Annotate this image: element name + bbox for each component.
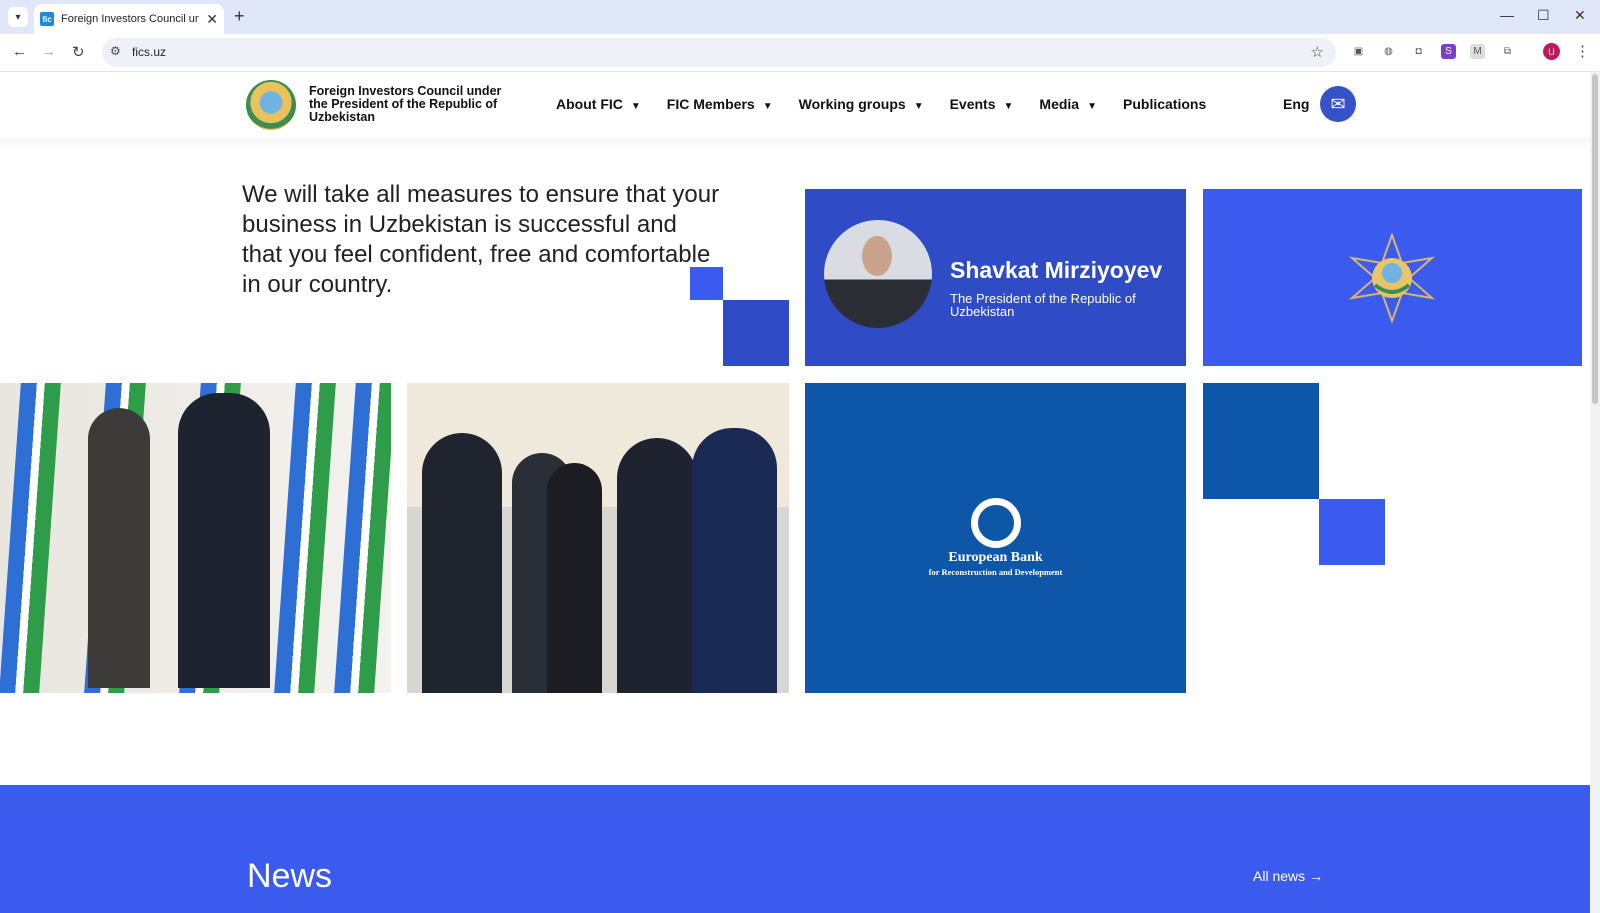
chevron-down-icon: ▼ xyxy=(1003,101,1014,112)
s-extension-icon[interactable]: S xyxy=(1441,44,1456,59)
minimize-icon[interactable]: — xyxy=(1500,7,1514,23)
puzzle-extensions-icon[interactable]: ⧉ xyxy=(1500,44,1515,59)
site-header: Foreign Investors Council under the Pres… xyxy=(0,72,1590,138)
president-title: The President of the Republic of Uzbekis… xyxy=(950,291,1136,319)
extension-icon[interactable]: ▣ xyxy=(1351,44,1366,59)
person-figure xyxy=(617,438,697,693)
site-settings-icon[interactable]: ⚙ xyxy=(110,44,121,58)
mail-icon[interactable]: ✉ xyxy=(1320,86,1356,122)
tab-search-chevron-icon[interactable]: ▾ xyxy=(8,7,28,27)
meeting-photo-handshake xyxy=(0,383,391,693)
language-switcher[interactable]: Eng xyxy=(1283,96,1309,112)
news-heading: News xyxy=(247,857,333,895)
state-emblem-logo[interactable] xyxy=(246,80,296,130)
president-name: Shavkat Mirziyoyev xyxy=(950,257,1163,283)
chevron-down-icon: ▼ xyxy=(913,101,924,112)
browser-tab-bar: ▾ fic Foreign Investors Council unde ✕ +… xyxy=(0,0,1600,34)
browser-toolbar: ← → ↻ ⚙ fics.uz ☆ ▣ ◍ ◘ S M ⧉ U ⋮ xyxy=(0,34,1600,72)
nav-media[interactable]: Media ▼ xyxy=(1039,96,1097,112)
page-scrollbar[interactable] xyxy=(1590,72,1600,913)
nav-working-groups[interactable]: Working groups ▼ xyxy=(799,96,924,112)
decorative-square xyxy=(690,267,723,300)
close-tab-icon[interactable]: ✕ xyxy=(206,11,218,28)
main-navigation: About FIC ▼ FIC Members ▼ Working groups ▼ … xyxy=(556,96,1232,112)
profile-avatar[interactable]: U xyxy=(1543,43,1560,60)
news-section: News All news → xyxy=(0,785,1592,913)
translate-globe-icon[interactable]: ◍ xyxy=(1381,44,1396,59)
camera-icon[interactable]: ◘ xyxy=(1411,44,1426,59)
decorative-square xyxy=(723,300,789,366)
site-favicon: fic xyxy=(40,12,54,26)
person-figure xyxy=(178,393,270,688)
bookmark-star-icon[interactable]: ☆ xyxy=(1311,43,1324,61)
chevron-down-icon: ▼ xyxy=(762,101,773,112)
emblem-card[interactable] xyxy=(1203,189,1582,366)
browser-menu-icon[interactable]: ⋮ xyxy=(1575,42,1590,60)
url-text[interactable]: fics.uz xyxy=(132,45,166,59)
address-bar[interactable]: ⚙ fics.uz ☆ xyxy=(102,38,1336,67)
scrollbar-thumb[interactable] xyxy=(1592,74,1598,404)
new-tab-button[interactable]: + xyxy=(234,6,245,27)
nav-events[interactable]: Events ▼ xyxy=(950,96,1014,112)
person-figure xyxy=(422,433,502,693)
ebrd-partner-card[interactable]: European Bank for Reconstruction and Dev… xyxy=(805,383,1186,693)
flag xyxy=(0,383,61,693)
org-name[interactable]: Foreign Investors Council under the Pres… xyxy=(309,85,519,124)
flag xyxy=(334,383,391,693)
reload-icon[interactable]: ↻ xyxy=(72,43,85,61)
nav-fic-members[interactable]: FIC Members ▼ xyxy=(667,96,773,112)
m-extension-icon[interactable]: M xyxy=(1470,44,1485,59)
back-arrow-icon[interactable]: ← xyxy=(12,43,27,60)
forward-arrow-icon[interactable]: → xyxy=(41,43,56,60)
chevron-down-icon: ▼ xyxy=(1087,101,1098,112)
person-figure xyxy=(547,463,602,693)
chevron-down-icon: ▼ xyxy=(630,101,641,112)
nav-publications[interactable]: Publications xyxy=(1123,96,1206,112)
president-head xyxy=(862,236,892,276)
person-figure xyxy=(88,408,150,688)
eight-point-star-emblem-icon xyxy=(1348,233,1436,323)
decorative-square xyxy=(1203,383,1319,499)
president-card[interactable]: Shavkat Mirziyoyev The President of the … xyxy=(805,189,1186,366)
close-window-icon[interactable]: ✕ xyxy=(1574,7,1586,24)
president-photo xyxy=(824,220,932,328)
all-news-link[interactable]: All news → xyxy=(1253,868,1323,884)
nav-about-fic[interactable]: About FIC ▼ xyxy=(556,96,641,112)
browser-tab[interactable]: fic Foreign Investors Council unde ✕ xyxy=(34,4,224,34)
partner-subtitle: for Reconstruction and Development xyxy=(928,567,1063,577)
maximize-icon[interactable]: ☐ xyxy=(1537,7,1550,24)
delegation-walking-photo xyxy=(407,383,789,693)
tab-title: Foreign Investors Council unde xyxy=(61,13,199,25)
flag xyxy=(274,383,336,693)
hero-quote: We will take all measures to ensure that… xyxy=(242,181,720,298)
ebrd-logo-icon xyxy=(971,498,1021,548)
decorative-square xyxy=(1319,499,1385,565)
partner-name: European Bank xyxy=(948,550,1043,565)
person-figure xyxy=(692,428,777,693)
